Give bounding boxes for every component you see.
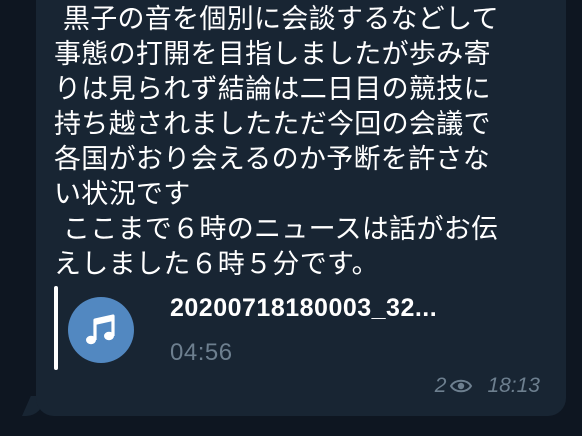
- chat-screen: 黒子の音を個別に会談するなどして 事態の打開を目指しましたが歩み寄 りは見られず…: [0, 0, 582, 436]
- audio-attachment[interactable]: 20200718180003_32... 04:56: [54, 286, 534, 372]
- message-text: 黒子の音を個別に会談するなどして 事態の打開を目指しましたが歩み寄 りは見られず…: [54, 4, 499, 280]
- music-note-icon: [86, 314, 115, 345]
- quote-bar: [54, 286, 58, 370]
- message-meta: 2 18:13: [435, 374, 540, 398]
- message-time: 18:13: [487, 374, 540, 397]
- audio-filename: 20200718180003_32...: [170, 294, 438, 322]
- audio-play-button[interactable]: [68, 297, 134, 363]
- audio-duration: 04:56: [170, 339, 233, 366]
- views-count: 2: [434, 374, 447, 397]
- eye-icon: [450, 379, 473, 393]
